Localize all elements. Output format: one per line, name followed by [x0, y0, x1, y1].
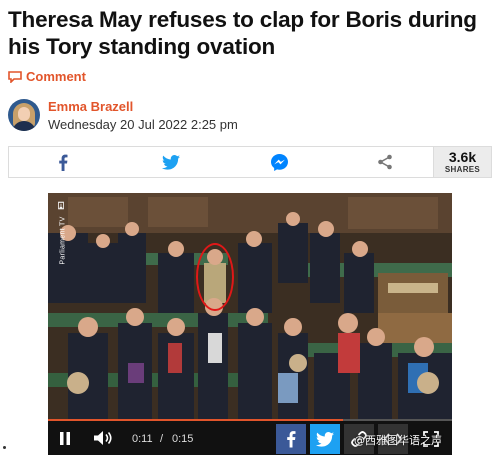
- pause-button[interactable]: [58, 431, 72, 445]
- video-facebook-button[interactable]: [276, 424, 306, 454]
- twitter-share-button[interactable]: [117, 147, 225, 177]
- video-player[interactable]: ⍗ Parliament TV 0:11 / 0:15: [48, 193, 452, 455]
- messenger-icon: [270, 153, 288, 171]
- facebook-icon: [59, 154, 68, 171]
- current-time: 0:11: [132, 433, 153, 445]
- share-count-label: SHARES: [444, 165, 481, 174]
- volume-icon: [94, 431, 112, 445]
- share-icon: [378, 154, 392, 170]
- article-headline: Theresa May refuses to clap for Boris du…: [8, 7, 477, 59]
- watermark: @西雅图华语之声: [354, 434, 442, 447]
- video-frame[interactable]: [48, 193, 452, 421]
- facebook-icon: [287, 431, 296, 448]
- publish-date: Wednesday 20 Jul 2022 2:25 pm: [48, 117, 238, 132]
- video-twitter-button[interactable]: [310, 424, 340, 454]
- twitter-icon: [316, 431, 334, 447]
- time-separator: /: [160, 433, 164, 445]
- share-bar: 3.6k SHARES: [8, 146, 492, 178]
- author-name[interactable]: Emma Brazell: [48, 99, 238, 115]
- byline: Emma Brazell Wednesday 20 Jul 2022 2:25 …: [8, 99, 238, 133]
- highlight-circle: [196, 243, 234, 311]
- share-button[interactable]: [333, 147, 437, 177]
- volume-button[interactable]: [94, 430, 112, 446]
- channel-name: Parliament TV: [59, 216, 67, 265]
- parliament-tv-logo: ⍗ Parliament TV: [53, 199, 75, 265]
- share-count-box: 3.6k SHARES: [433, 147, 491, 177]
- share-count: 3.6k: [448, 149, 477, 165]
- comment-link[interactable]: Comment: [8, 69, 86, 84]
- duration: 0:15: [172, 433, 194, 445]
- comment-icon: [8, 70, 22, 83]
- portcullis-icon: ⍗: [58, 201, 64, 212]
- pause-icon: [60, 431, 70, 445]
- messenger-share-button[interactable]: [225, 147, 333, 177]
- facebook-share-button[interactable]: [9, 147, 117, 177]
- bullet-dot: [3, 446, 6, 449]
- twitter-icon: [162, 154, 180, 170]
- comment-label: Comment: [26, 69, 86, 84]
- author-avatar[interactable]: [8, 99, 40, 131]
